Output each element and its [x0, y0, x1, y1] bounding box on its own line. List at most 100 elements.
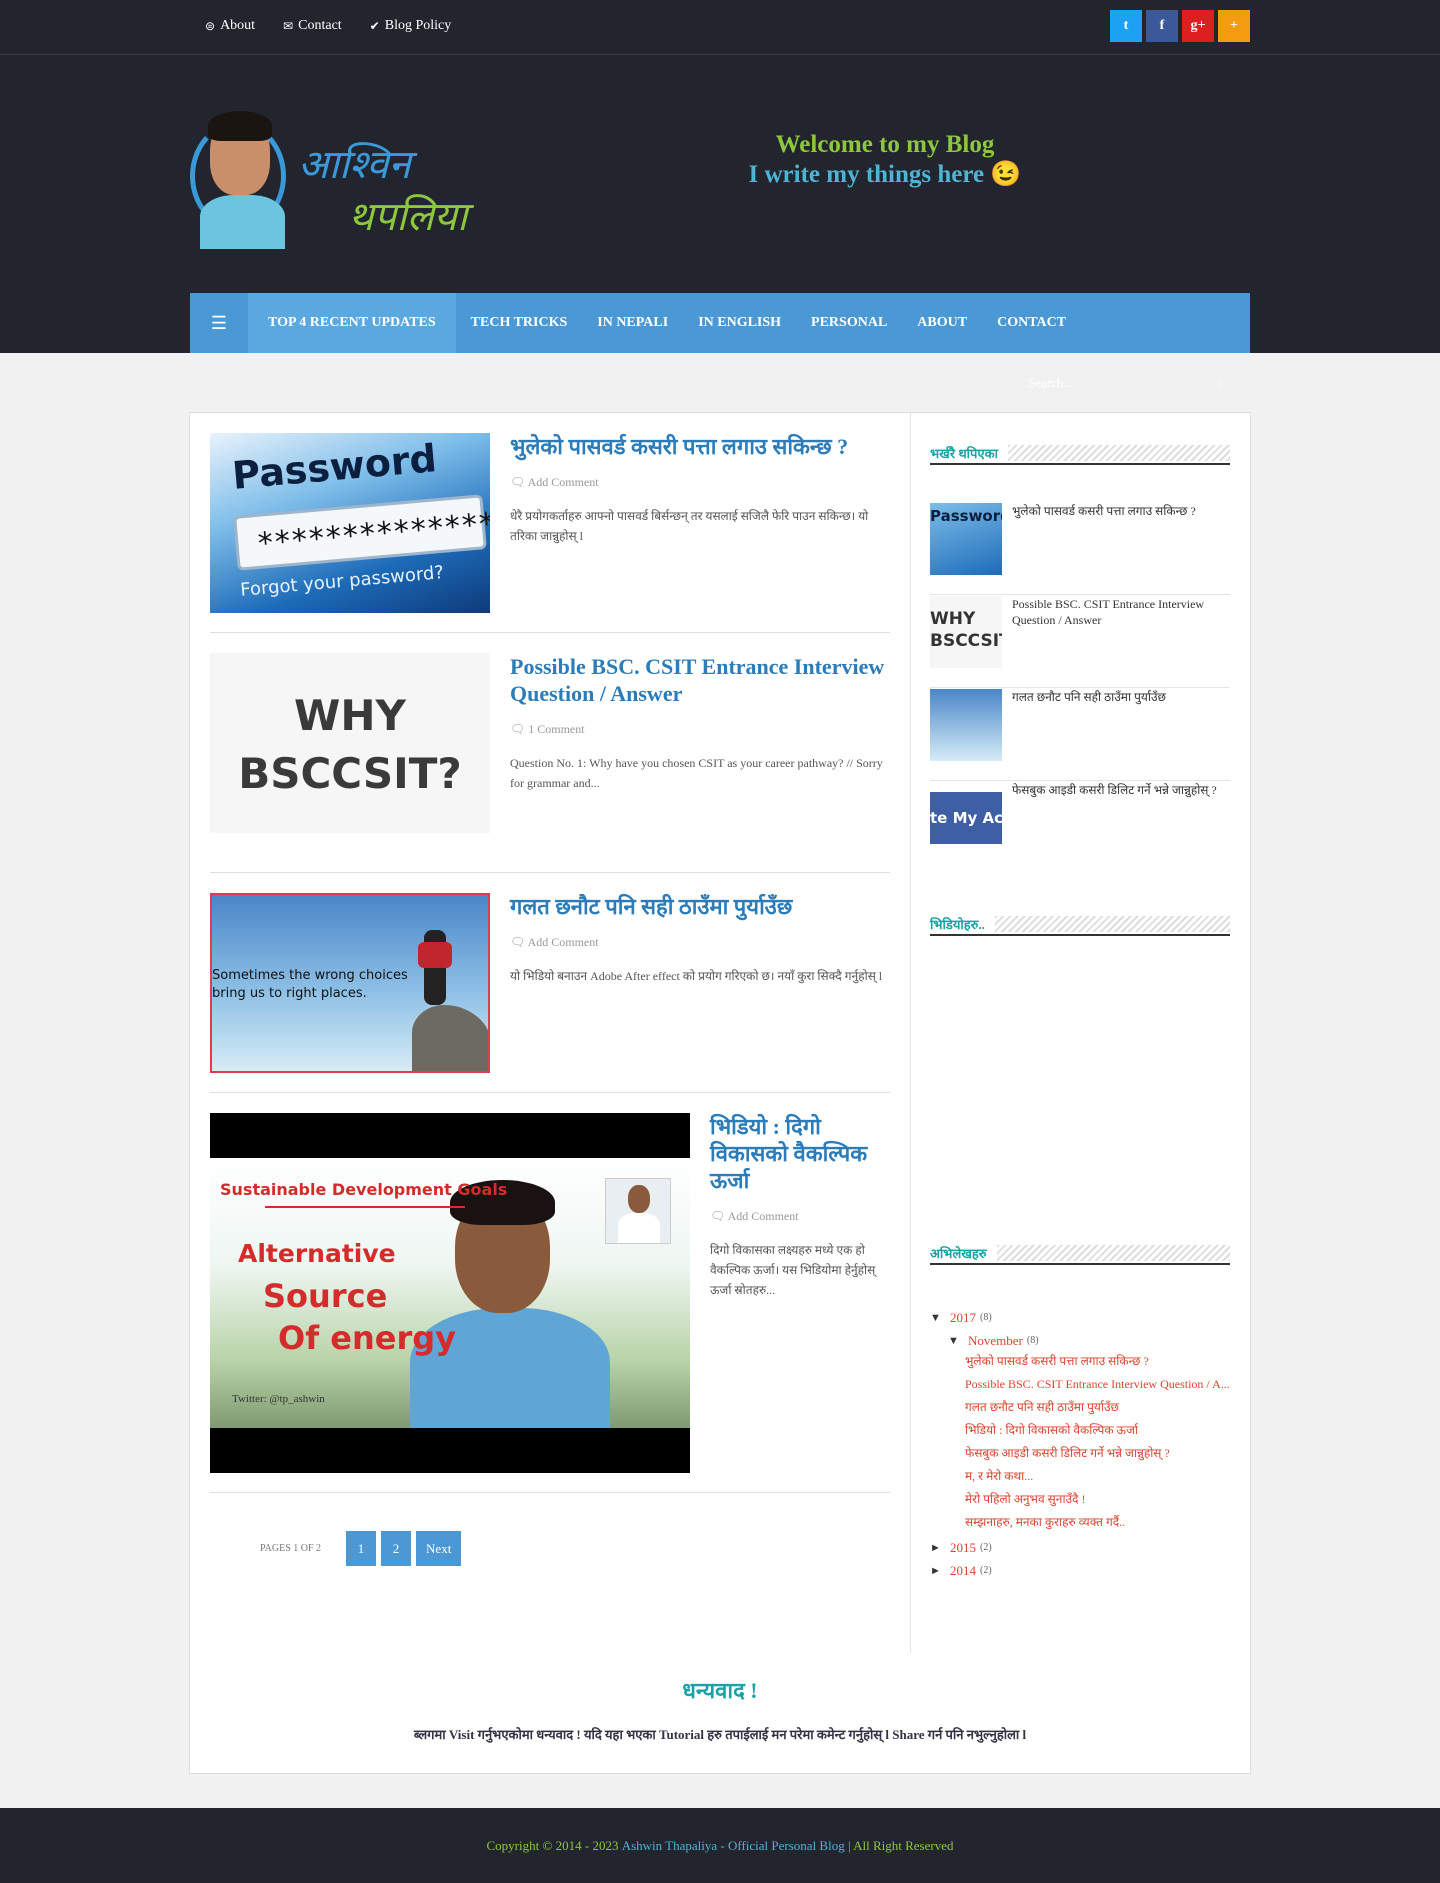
thumb-text-line: Sometimes the wrong choices: [212, 968, 408, 983]
site-logo[interactable]: आश्विन थपलिया: [190, 111, 490, 255]
archive-month-link[interactable]: November: [968, 1333, 1023, 1349]
video-text: Of energy: [278, 1319, 456, 1357]
search-icon[interactable]: ⌕: [1217, 375, 1224, 391]
welcome-line-1: Welcome to my Blog: [775, 131, 995, 158]
nav-top-4-recent-updates[interactable]: TOP 4 RECENT UPDATES: [248, 293, 456, 353]
plus-icon[interactable]: +: [1218, 10, 1250, 42]
post-title[interactable]: भुलेको पासवर्ड कसरी पत्ता लगाउ सकिन्छ ?: [510, 433, 890, 460]
recent-post-item[interactable]: te My Acc फेसबुक आइडी कसरी डिलिट गर्ने भ…: [930, 782, 1230, 874]
comment-icon: 🗨: [510, 722, 529, 736]
archive-year-2015[interactable]: ► 2015 (2): [930, 1536, 1230, 1559]
post-meta[interactable]: 🗨 Add Comment: [710, 1209, 890, 1224]
widget-title-archive: अभिलेखहरु: [930, 1243, 1230, 1265]
next-button[interactable]: Next: [416, 1531, 462, 1566]
nav-in-nepali[interactable]: IN NEPALI: [582, 293, 683, 353]
post-meta[interactable]: 🗨 Add Comment: [510, 475, 890, 490]
nav-personal[interactable]: PERSONAL: [796, 293, 902, 353]
archive-post-link[interactable]: गलत छनौट पनि सही ठाउँमा पुर्याउँछ: [930, 1398, 1230, 1421]
nav-contact[interactable]: CONTACT: [982, 293, 1081, 353]
triangle-down-icon[interactable]: ▼: [930, 1312, 950, 1324]
nav-about[interactable]: ABOUT: [902, 293, 982, 353]
recent-post-item[interactable]: WHY BSCCSIT Possible BSC. CSIT Entrance …: [930, 596, 1230, 688]
triangle-right-icon[interactable]: ►: [930, 1542, 950, 1554]
archive-post-link[interactable]: फेसबुक आइडी कसरी डिलिट गर्ने भन्ने जान्न…: [930, 1444, 1230, 1467]
post-excerpt: दिगो विकासका लक्ष्यहरु मध्ये एक हो वैकल्…: [710, 1243, 876, 1297]
post-item: Sometimes the wrong choices bring us to r…: [210, 893, 890, 1093]
search-box: ⌕: [1018, 368, 1234, 398]
archive-year-2017[interactable]: ▼ 2017 (8): [930, 1306, 1230, 1329]
thumb-person-shirt: [418, 942, 452, 968]
recent-post-thumb: te My Acc: [930, 782, 1002, 854]
widget-title-stripes: [996, 1245, 1230, 1261]
page-1-button[interactable]: 1: [346, 1531, 377, 1566]
recent-post-thumb: [930, 689, 1002, 761]
search-input[interactable]: [1028, 375, 1188, 391]
copyright-suffix: | All Right Reserved: [847, 1837, 954, 1853]
footer-site-link[interactable]: Ashwin Thapaliya - Official Personal Blo…: [622, 1838, 845, 1854]
thank-you-heading: धन्यवाद !: [682, 1678, 758, 1703]
archive-year-2014[interactable]: ► 2014 (2): [930, 1559, 1230, 1582]
check-circle-icon: ✔: [369, 18, 380, 33]
triangle-right-icon[interactable]: ►: [930, 1565, 950, 1577]
page-2-button[interactable]: 2: [381, 1531, 412, 1566]
widget-title-text: अभिलेखहरु: [930, 1244, 997, 1262]
post-meta[interactable]: 🗨 Add Comment: [510, 935, 890, 950]
widget-title-text: भर्खरै थपिएका: [930, 444, 1008, 462]
envelope-icon: ✉: [283, 18, 294, 33]
post-thumbnail[interactable]: WHY BSCCSIT?: [210, 653, 490, 833]
archive-count: (2): [980, 1542, 992, 1553]
archive-year-link[interactable]: 2014: [950, 1563, 976, 1579]
google-plus-icon[interactable]: g+: [1182, 10, 1214, 42]
archive-year-link[interactable]: 2015: [950, 1540, 976, 1556]
archive-count: (8): [980, 1312, 992, 1323]
twitter-icon[interactable]: t: [1110, 10, 1142, 42]
post-body: भुलेको पासवर्ड कसरी पत्ता लगाउ सकिन्छ ? …: [510, 433, 890, 546]
post-title[interactable]: गलत छनौट पनि सही ठाउँमा पुर्याउँछ: [510, 893, 890, 920]
nav-in-english[interactable]: IN ENGLISH: [683, 293, 796, 353]
archive-post-link[interactable]: मेरो पहिलो अनुभव सुनाउँदै !: [930, 1490, 1230, 1513]
menu-list-icon[interactable]: ☰: [190, 293, 248, 353]
nav-tech-tricks[interactable]: TECH TRICKS: [456, 293, 583, 353]
video-text: Source: [263, 1277, 388, 1315]
archive-post-link[interactable]: सम्झनाहरु, मनका कुराहरु व्यक्त गर्दै..: [930, 1513, 1230, 1536]
inset-shirt: [618, 1213, 660, 1243]
social-links: t f g+ +: [1110, 10, 1250, 42]
post-video-thumbnail[interactable]: Sustainable Development Goals Alternativ…: [210, 1113, 690, 1473]
archive-month-november[interactable]: ▼ November (8): [930, 1329, 1230, 1352]
copyright-prefix: Copyright © 2014 - 2023: [486, 1837, 619, 1853]
top-nav-contact[interactable]: ✉ Contact: [283, 18, 342, 34]
archive-post-link[interactable]: म, र मेरो कथा...: [930, 1467, 1230, 1490]
facebook-icon[interactable]: f: [1146, 10, 1178, 42]
globe-icon: ⊜: [205, 18, 216, 33]
thumb-rock: [412, 1005, 488, 1071]
top-nav-about[interactable]: ⊜ About: [205, 18, 255, 34]
main-nav: ☰ TOP 4 RECENT UPDATES TECH TRICKS IN NE…: [190, 293, 1250, 353]
comment-label: Add Comment: [727, 1209, 799, 1223]
post-body: Possible BSC. CSIT Entrance Interview Qu…: [510, 653, 890, 793]
triangle-down-icon[interactable]: ▼: [948, 1335, 968, 1347]
archive-post-link[interactable]: भिडियो : दिगो विकासको वैकल्पिक ऊर्जा: [930, 1421, 1230, 1444]
archive-post-link[interactable]: भुलेको पासवर्ड कसरी पत्ता लगाउ सकिन्छ ?: [930, 1352, 1230, 1375]
top-nav-blog-policy[interactable]: ✔ Blog Policy: [370, 18, 452, 34]
post-thumbnail[interactable]: Password ***************** Forgot your p…: [210, 433, 490, 613]
logo-name-first: आश्विन: [298, 142, 411, 188]
top-nav: ⊜ About ✉ Contact ✔ Blog Policy: [205, 18, 451, 34]
post-meta[interactable]: 🗨 1 Comment: [510, 722, 890, 737]
archive-year-link[interactable]: 2017: [950, 1310, 976, 1326]
welcome-line-2: I write my things here 😉: [748, 161, 1022, 188]
recent-post-title: फेसबुक आइडी कसरी डिलिट गर्ने भन्ने जान्न…: [1012, 783, 1217, 797]
post-excerpt: यो भिडियो बनाउन Adobe After effect को प्…: [510, 969, 883, 983]
thank-you-section: धन्यवाद ! ब्लगमा Visit गर्नुभएकोमा धन्यव…: [190, 1653, 1250, 1743]
recent-post-title: भुलेको पासवर्ड कसरी पत्ता लगाउ सकिन्छ ?: [1012, 504, 1196, 518]
comment-label: Add Comment: [527, 475, 599, 489]
post-thumbnail[interactable]: Sometimes the wrong choices bring us to r…: [210, 893, 490, 1073]
post-title[interactable]: Possible BSC. CSIT Entrance Interview Qu…: [510, 653, 890, 707]
video-text: Alternative: [238, 1239, 396, 1268]
post-title[interactable]: भिडियो : दिगो विकासको वैकल्पिक ऊर्जा: [710, 1113, 890, 1194]
archive-post-link[interactable]: Possible BSC. CSIT Entrance Interview Qu…: [930, 1375, 1230, 1398]
recent-post-item[interactable]: Password भुलेको पासवर्ड कसरी पत्ता लगाउ …: [930, 503, 1230, 595]
post-body: गलत छनौट पनि सही ठाउँमा पुर्याउँछ 🗨 Add …: [510, 893, 890, 986]
recent-post-item[interactable]: गलत छनौट पनि सही ठाउँमा पुर्याउँछ: [930, 689, 1230, 781]
avatar: [190, 111, 290, 250]
widget-title-videos: भिडियोहरु..: [930, 914, 1230, 936]
